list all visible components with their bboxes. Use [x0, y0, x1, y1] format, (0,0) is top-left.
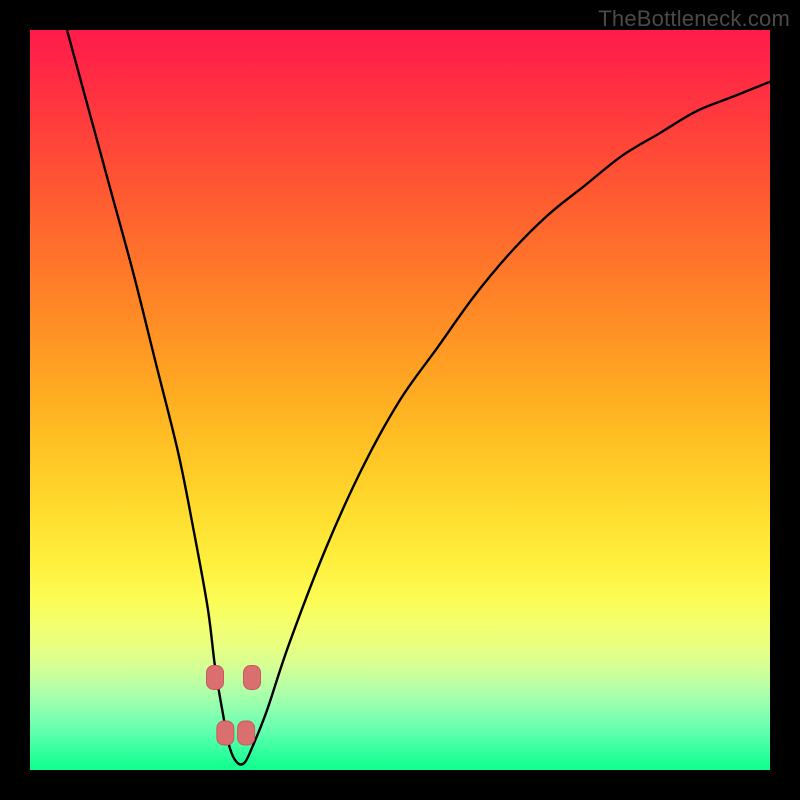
- chart-frame: TheBottleneck.com: [0, 0, 800, 800]
- chart-svg: [30, 30, 770, 770]
- plot-area: [30, 30, 770, 770]
- curve-marker: [217, 721, 234, 745]
- curve-marker: [238, 721, 255, 745]
- watermark-text: TheBottleneck.com: [598, 6, 790, 32]
- marker-layer: [207, 666, 261, 746]
- bottleneck-curve: [67, 30, 770, 764]
- curve-marker: [207, 666, 224, 690]
- curve-marker: [244, 666, 261, 690]
